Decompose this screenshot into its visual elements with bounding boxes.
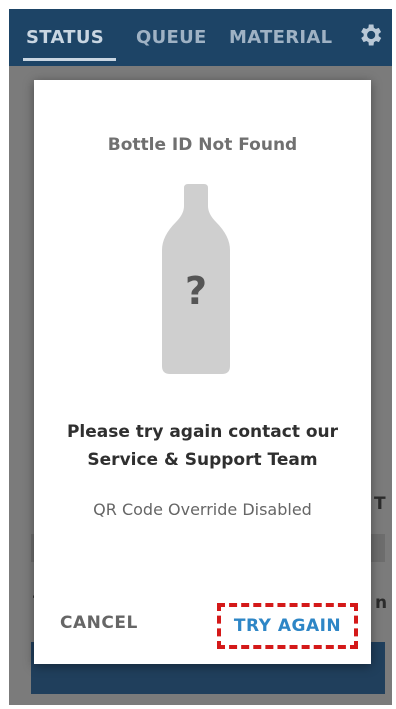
try-again-label: TRY AGAIN (233, 616, 342, 636)
tab-material[interactable]: MATERIAL (229, 27, 332, 48)
message-line: Please try again contact our (66, 422, 339, 442)
try-again-button[interactable]: TRY AGAIN (217, 603, 358, 649)
override-status-text: QR Code Override Disabled (93, 500, 312, 519)
active-tab-indicator (23, 58, 116, 61)
top-tab-bar: STATUS QUEUE MATERIAL (9, 9, 392, 66)
error-dialog: Bottle ID Not Found ? Please try again c… (34, 80, 371, 664)
bottle-question-icon: ? (162, 184, 230, 374)
gear-icon[interactable] (356, 21, 384, 49)
background-value: T (374, 494, 386, 514)
tab-status[interactable]: STATUS (26, 27, 104, 48)
dialog-message: Please try again contact our Service & S… (44, 418, 361, 474)
dialog-title: Bottle ID Not Found (107, 135, 298, 155)
background-value: n (375, 593, 388, 613)
tab-queue[interactable]: QUEUE (136, 27, 207, 48)
cancel-button[interactable]: CANCEL (60, 613, 138, 633)
message-line: Service & Support Team (87, 450, 318, 470)
question-mark-glyph: ? (185, 269, 207, 313)
